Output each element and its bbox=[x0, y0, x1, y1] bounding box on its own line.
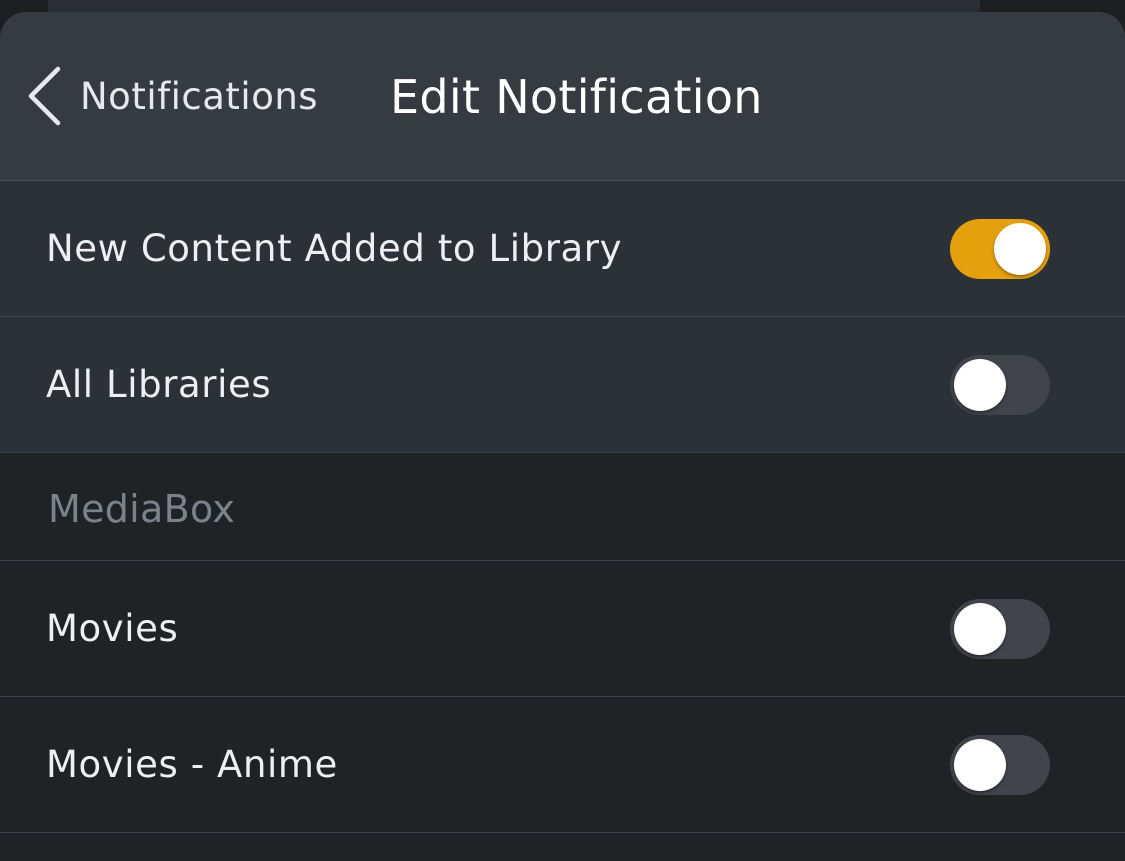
new-content-toggle[interactable] bbox=[950, 218, 1050, 279]
library-label: Movies bbox=[46, 607, 179, 650]
section-header-server: MediaBox bbox=[0, 453, 1125, 561]
setting-row-new-content: New Content Added to Library bbox=[0, 181, 1125, 317]
back-button-label: Notifications bbox=[80, 74, 319, 118]
library-row-movies-anime: Movies - Anime bbox=[0, 697, 1125, 833]
library-row-movies: Movies bbox=[0, 561, 1125, 697]
toggle-knob bbox=[954, 358, 1006, 411]
all-libraries-toggle[interactable] bbox=[950, 354, 1050, 415]
setting-label: All Libraries bbox=[46, 363, 272, 406]
navigation-bar: Notifications Edit Notification bbox=[0, 12, 1125, 181]
setting-row-all-libraries: All Libraries bbox=[0, 317, 1125, 453]
toggle-knob bbox=[994, 222, 1046, 275]
toggle-knob bbox=[954, 738, 1006, 791]
section-header-label: MediaBox bbox=[48, 487, 236, 531]
back-button[interactable]: Notifications bbox=[26, 64, 318, 128]
page-title: Edit Notification bbox=[390, 70, 763, 124]
setting-label: New Content Added to Library bbox=[46, 227, 623, 270]
toggle-knob bbox=[954, 602, 1006, 655]
movies-anime-toggle[interactable] bbox=[950, 734, 1050, 795]
library-label: Movies - Anime bbox=[46, 743, 338, 786]
movies-toggle[interactable] bbox=[950, 598, 1050, 659]
chevron-left-icon bbox=[28, 66, 61, 126]
edit-notification-sheet: Notifications Edit Notification New Cont… bbox=[0, 12, 1125, 861]
